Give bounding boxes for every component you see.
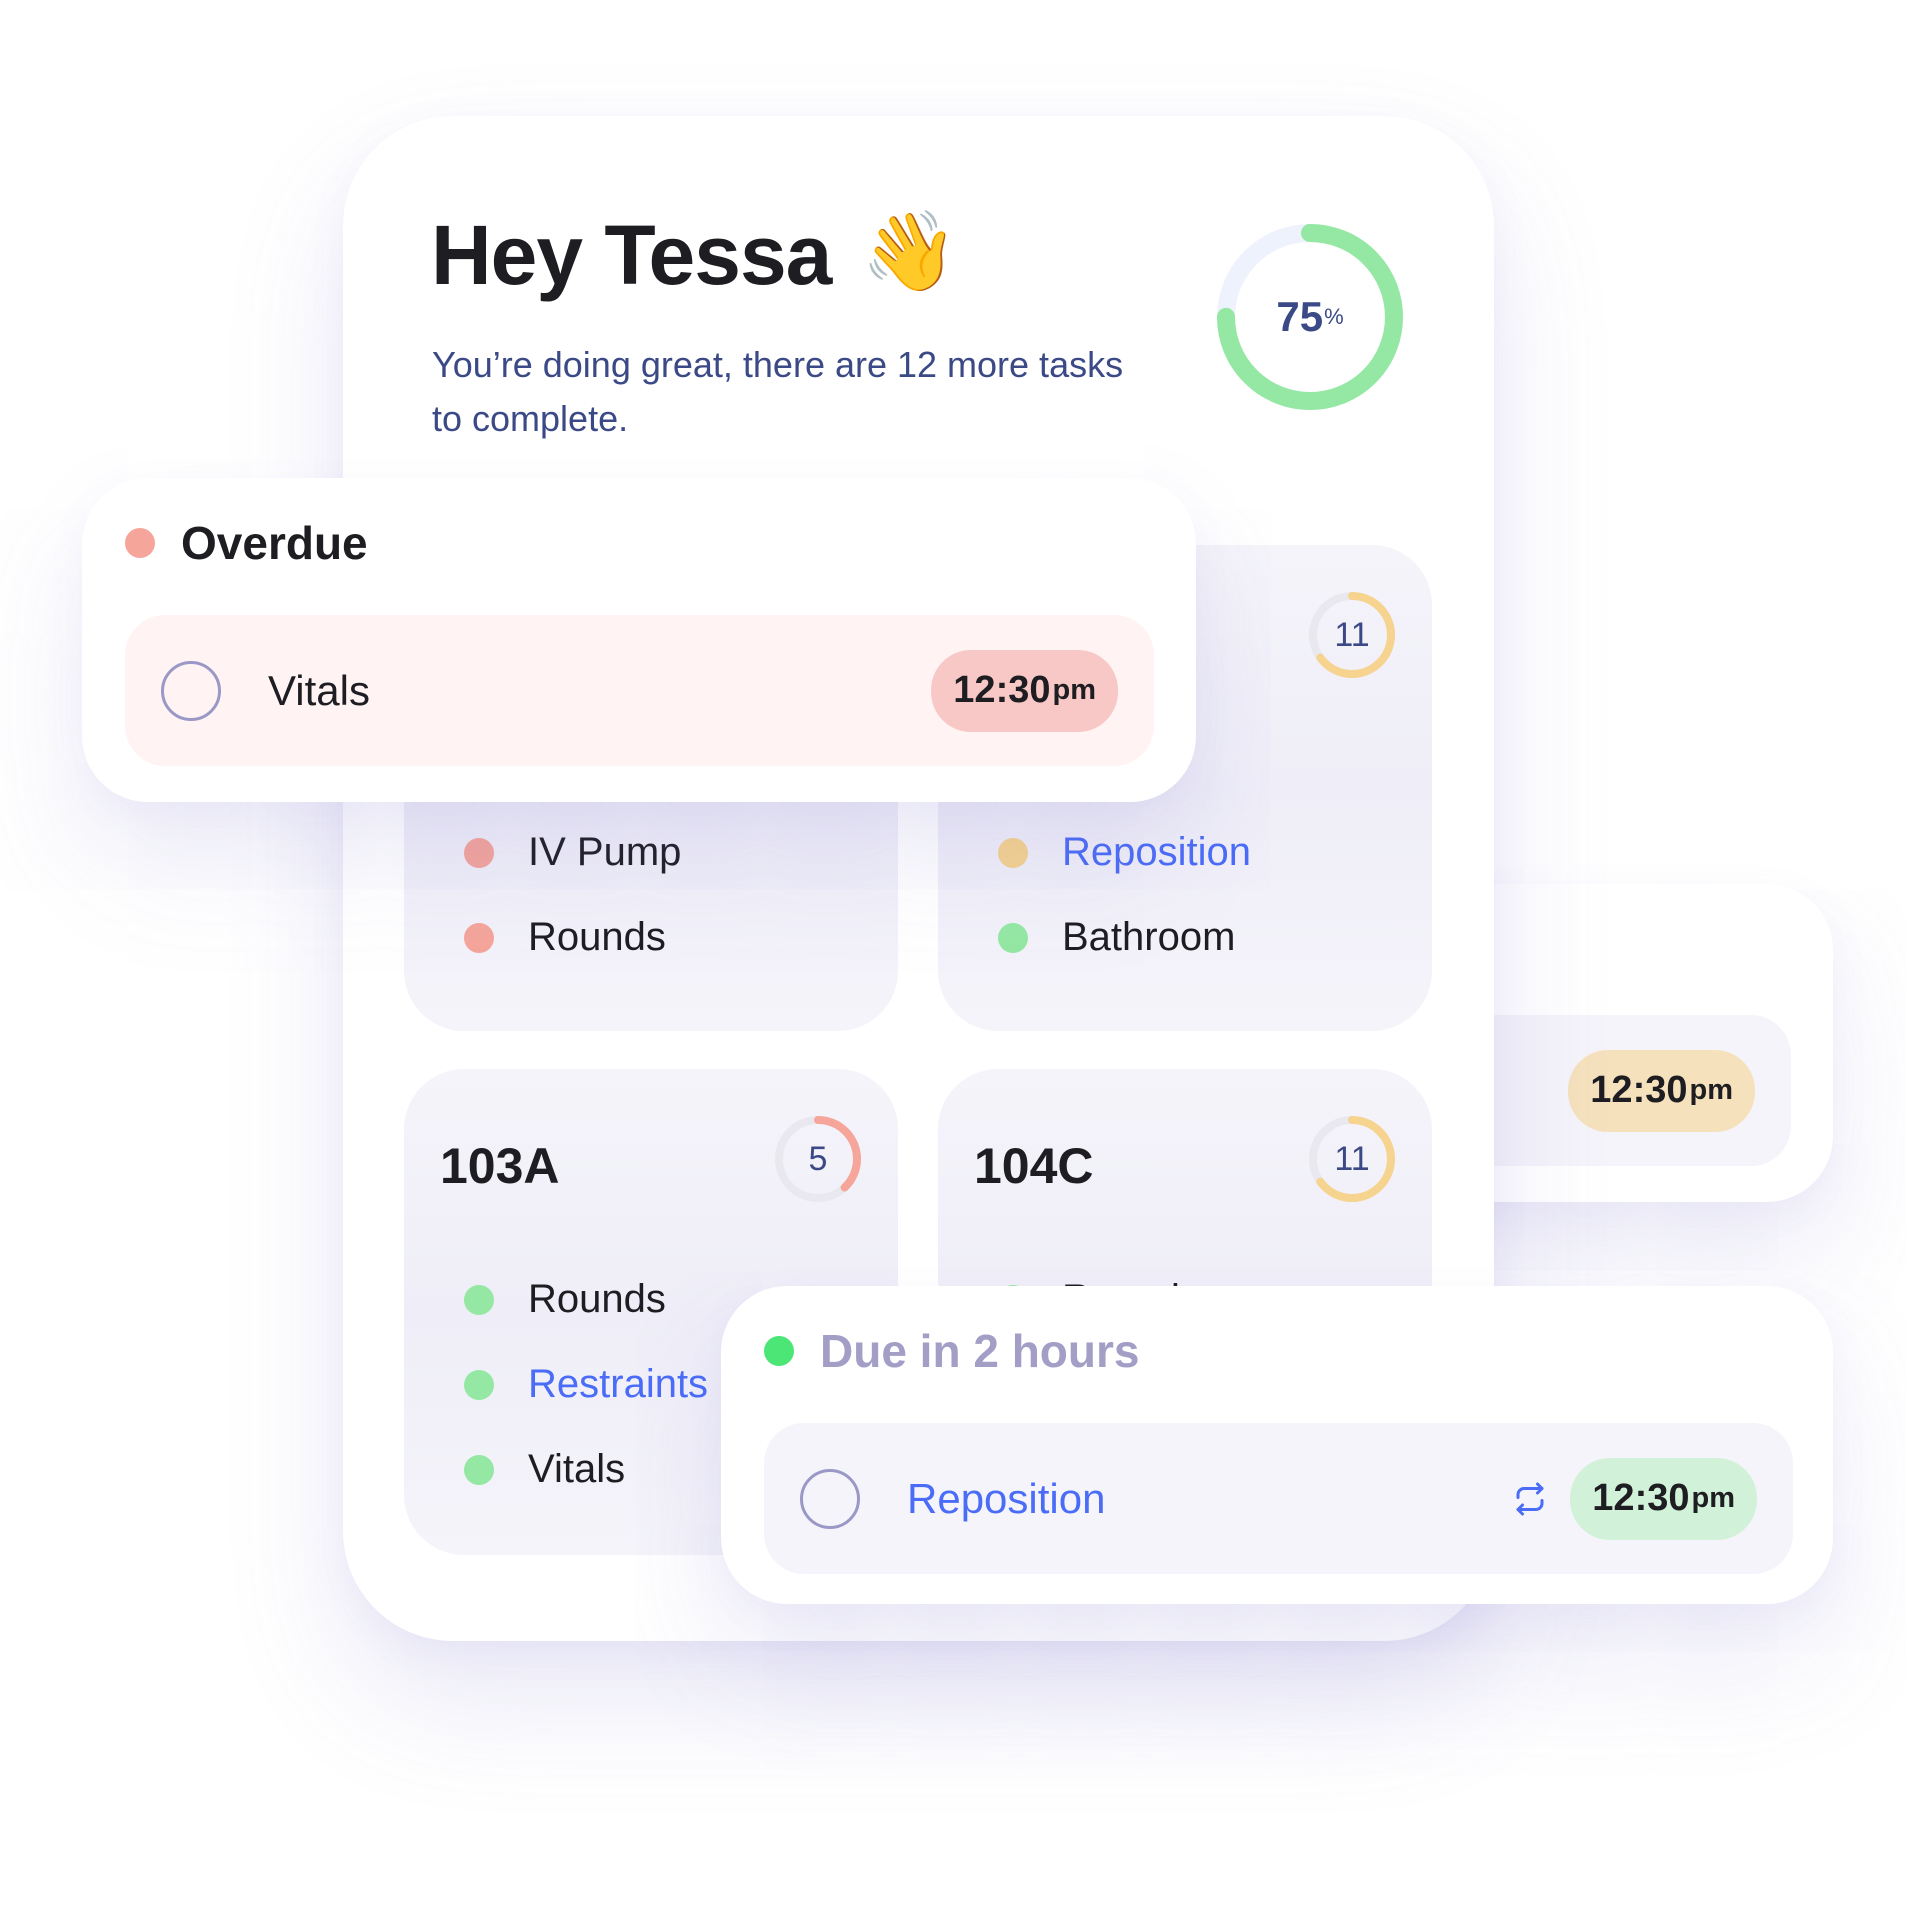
- room-number: 103A: [440, 1138, 560, 1194]
- room-task-item[interactable]: Reposition: [998, 810, 1251, 895]
- task-status-dot: [464, 922, 494, 953]
- repeat-icon: [1516, 1482, 1544, 1515]
- room-task-count: 11: [1334, 615, 1370, 654]
- greeting-text: Hey Tessa: [431, 208, 832, 302]
- room-task-count: 5: [808, 1139, 828, 1178]
- room-task-ring: 5: [772, 1113, 864, 1205]
- room-task-item: Rounds: [464, 1257, 708, 1342]
- task-status-dot: [464, 1454, 494, 1485]
- task-label: Reposition: [1062, 830, 1252, 874]
- room-task-ring: 11: [1306, 589, 1398, 681]
- overdue-header: Overdue: [125, 516, 368, 570]
- overdue-status-dot: [125, 528, 155, 558]
- time-value: 12:30: [1590, 1069, 1688, 1111]
- task-label: Restraints: [528, 1362, 709, 1406]
- task-complete-checkbox[interactable]: [161, 660, 221, 721]
- task-label: IV Pump: [528, 830, 682, 874]
- overdue-task-row[interactable]: Vitals 12:30 pm: [125, 615, 1154, 766]
- task-status-dot: [464, 1284, 494, 1315]
- due-soon-header: Due in 2 hours: [764, 1324, 1139, 1378]
- time-pill: 12:30 pm: [1568, 1049, 1755, 1132]
- due-soon-heading: Due in 2 hours: [820, 1325, 1140, 1377]
- task-name-link[interactable]: Reposition: [907, 1475, 1512, 1523]
- time-value: 12:30: [1592, 1477, 1690, 1519]
- task-complete-checkbox[interactable]: [800, 1468, 860, 1529]
- task-status-dot: [464, 1369, 494, 1400]
- task-name: Vitals: [268, 666, 370, 714]
- room-number: 104C: [974, 1138, 1094, 1194]
- progress-unit: %: [1324, 304, 1344, 329]
- overdue-heading: Overdue: [181, 517, 368, 569]
- progress-value: 75: [1276, 293, 1324, 340]
- room-task-list: IV Pump Rounds: [464, 810, 681, 980]
- progress-percent: 75%: [1216, 223, 1404, 411]
- time-ampm: pm: [1052, 674, 1097, 706]
- time-pill: 12:30 pm: [931, 649, 1118, 732]
- task-status-dot: [998, 922, 1028, 953]
- progress-ring: 75%: [1216, 223, 1404, 411]
- due-soon-card: Due in 2 hours Reposition 12:30 pm: [721, 1286, 1833, 1604]
- task-label: Rounds: [528, 915, 666, 959]
- task-status-dot: [998, 837, 1028, 868]
- room-task-item: Bathroom: [998, 895, 1251, 980]
- overdue-card: Overdue Vitals 12:30 pm: [82, 478, 1196, 802]
- task-label: Rounds: [528, 1277, 666, 1321]
- due-status-dot: [764, 1336, 794, 1366]
- time-pill: 12:30 pm: [1570, 1457, 1757, 1540]
- room-task-list: Rounds Restraints Vitals: [464, 1257, 708, 1512]
- task-label: Vitals: [528, 1447, 626, 1491]
- task-label: Bathroom: [1062, 915, 1236, 959]
- room-task-item: IV Pump: [464, 810, 681, 895]
- time-ampm: pm: [1689, 1074, 1734, 1106]
- progress-message: You’re doing great, there are 12 more ta…: [432, 344, 1124, 439]
- room-task-item: Vitals: [464, 1427, 708, 1512]
- room-task-item: Rounds: [464, 895, 681, 980]
- room-task-count: 11: [1334, 1139, 1370, 1178]
- waving-hand-icon: 👋: [861, 207, 958, 295]
- time-value: 12:30: [953, 669, 1051, 711]
- due-task-row[interactable]: Reposition 12:30 pm: [764, 1423, 1793, 1574]
- room-task-item[interactable]: Restraints: [464, 1342, 708, 1427]
- greeting-heading: Hey Tessa 👋: [431, 206, 959, 304]
- room-task-ring: 11: [1306, 1113, 1398, 1205]
- time-ampm: pm: [1691, 1482, 1736, 1514]
- task-status-dot: [464, 837, 494, 868]
